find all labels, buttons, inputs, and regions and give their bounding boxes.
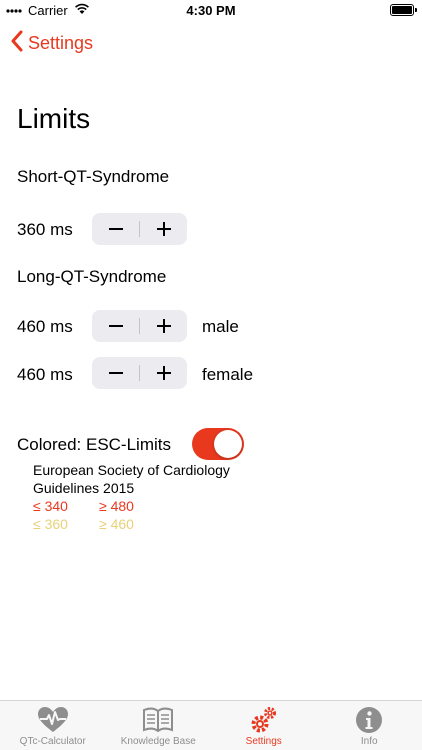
plus-icon (156, 366, 171, 380)
back-button[interactable]: Settings (10, 30, 93, 57)
battery-icon (390, 4, 417, 16)
chevron-left-icon (10, 30, 24, 57)
long-qt-male-stepper[interactable] (92, 310, 187, 342)
status-bar: Carrier 4:30 PM (0, 0, 422, 22)
tab-knowledge-base[interactable]: Knowledge Base (106, 701, 212, 750)
short-qt-increment-button[interactable] (140, 213, 187, 245)
tab-label: Knowledge Base (120, 736, 196, 747)
back-label: Settings (28, 33, 94, 53)
gears-icon (249, 705, 279, 735)
status-time: 4:30 PM (186, 3, 236, 18)
esc-limits-legend: ≤ 340 ≥ 480 ≤ 360 ≥ 460 (33, 497, 165, 533)
long-qt-female-decrement-button[interactable] (92, 357, 139, 389)
esc-yellow-row: ≤ 360 ≥ 460 (33, 515, 165, 533)
yellow-high-limit: ≥ 460 (99, 516, 134, 532)
short-qt-decrement-button[interactable] (92, 213, 139, 245)
red-low-limit: ≤ 340 (33, 498, 68, 514)
short-qt-value: 360 ms (17, 220, 73, 239)
minus-icon (108, 372, 123, 374)
long-qt-male-decrement-button[interactable] (92, 310, 139, 342)
esc-limits-toggle[interactable] (192, 428, 244, 460)
plus-icon (156, 319, 171, 333)
tab-label: QTc-Calculator (19, 736, 86, 747)
heart-pulse-icon (37, 705, 69, 735)
tab-settings[interactable]: Settings (211, 701, 317, 750)
long-qt-male-value: 460 ms (17, 317, 73, 336)
yellow-low-limit: ≤ 360 (33, 516, 68, 532)
minus-icon (108, 228, 123, 230)
esc-red-row: ≤ 340 ≥ 480 (33, 497, 165, 515)
tab-qtc-calculator[interactable]: QTc-Calculator (0, 701, 106, 750)
long-qt-female-stepper[interactable] (92, 357, 187, 389)
page-title: Limits (17, 103, 91, 134)
long-qt-female-increment-button[interactable] (140, 357, 187, 389)
tab-label: Info (360, 736, 378, 747)
esc-description-line2: Guidelines 2015 (33, 480, 135, 496)
esc-limits-label: Colored: ESC-Limits (17, 435, 171, 454)
long-qt-female-value: 460 ms (17, 365, 73, 384)
esc-description-line1: European Society of Cardiology (33, 462, 230, 478)
male-label: male (202, 317, 239, 336)
short-qt-stepper[interactable] (92, 213, 187, 245)
red-high-limit: ≥ 480 (99, 498, 134, 514)
tab-info[interactable]: Info (317, 701, 422, 750)
tab-bar: QTc-Calculator Knowledge Base Settings I… (0, 700, 422, 750)
book-icon (142, 705, 174, 735)
info-icon (355, 705, 383, 735)
tab-label: Settings (245, 736, 282, 747)
toggle-knob (214, 430, 242, 458)
female-label: female (202, 365, 254, 384)
long-qt-male-increment-button[interactable] (140, 310, 187, 342)
long-qt-label: Long-QT-Syndrome (17, 267, 167, 286)
short-qt-label: Short-QT-Syndrome (17, 167, 170, 186)
minus-icon (108, 325, 123, 327)
plus-icon (156, 222, 171, 236)
